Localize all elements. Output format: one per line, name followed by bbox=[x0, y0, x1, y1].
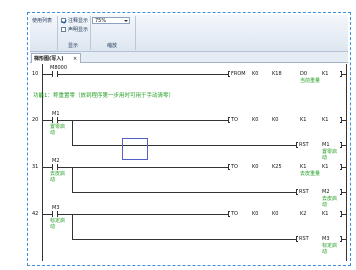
rung-wire bbox=[342, 214, 346, 215]
rung-wire bbox=[342, 239, 346, 240]
branch-wire bbox=[72, 214, 73, 239]
instruction-op[interactable]: TO bbox=[231, 211, 238, 217]
rung-wire bbox=[42, 120, 52, 121]
contact-comment: 动 bbox=[50, 177, 56, 183]
instruction-operand[interactable]: K2 bbox=[300, 211, 306, 217]
instruction-operand[interactable]: K1 bbox=[300, 117, 306, 123]
tab-label: 梯形图(写入) bbox=[34, 55, 64, 62]
reset-op[interactable]: RST bbox=[299, 189, 309, 195]
branch-wire bbox=[72, 239, 296, 240]
rung-wire bbox=[42, 74, 52, 75]
rung-wire bbox=[342, 192, 346, 193]
branch-wire bbox=[72, 145, 296, 146]
rung-wire bbox=[58, 120, 228, 121]
right-power-rail bbox=[346, 64, 347, 261]
step-number: 31 bbox=[32, 164, 39, 170]
ribbon-separator bbox=[135, 16, 136, 50]
rung-wire bbox=[58, 74, 228, 75]
instruction-operand[interactable]: K1 bbox=[322, 71, 328, 77]
ribbon-separator bbox=[57, 16, 58, 50]
use-list-button[interactable]: 使用列表 bbox=[32, 18, 52, 24]
rung-wire bbox=[342, 74, 346, 75]
instruction-bracket-open bbox=[228, 164, 230, 170]
tab-ladder-write[interactable]: 梯形图(写入) × bbox=[31, 53, 81, 63]
branch-wire bbox=[72, 167, 73, 192]
zoom-select[interactable]: 75% bbox=[92, 17, 130, 24]
device-comment: 动 bbox=[322, 155, 328, 161]
edit-cursor[interactable] bbox=[122, 138, 148, 160]
rung-wire bbox=[342, 120, 346, 121]
declaration-display-checkbox[interactable] bbox=[61, 27, 66, 32]
instruction-operand[interactable]: K0 bbox=[252, 71, 258, 77]
chevron-down-icon[interactable] bbox=[124, 20, 128, 22]
contact-comment: 动 bbox=[50, 224, 56, 230]
instruction-bracket-open bbox=[228, 211, 230, 217]
instruction-operand[interactable]: K0 bbox=[252, 211, 258, 217]
instruction-operand[interactable]: K0 bbox=[272, 211, 278, 217]
rung-wire bbox=[58, 167, 228, 168]
branch-wire bbox=[72, 120, 73, 145]
reset-op[interactable]: RST bbox=[299, 142, 309, 148]
device-comment: 当前重量 bbox=[300, 78, 321, 84]
instruction-operand[interactable]: K1 bbox=[322, 164, 328, 170]
ribbon-separator bbox=[90, 16, 91, 50]
rung-wire bbox=[42, 214, 52, 215]
instruction-operand[interactable]: K0 bbox=[252, 117, 258, 123]
instruction-op[interactable]: TO bbox=[231, 117, 238, 123]
reset-operand[interactable]: M2 bbox=[322, 189, 330, 195]
instruction-operand[interactable]: D0 bbox=[300, 71, 307, 77]
rung-wire bbox=[58, 214, 228, 215]
instruction-operand[interactable]: K1 bbox=[300, 164, 306, 170]
device-comment: 动 bbox=[322, 249, 328, 255]
branch-wire bbox=[72, 192, 296, 193]
rung-wire bbox=[342, 145, 346, 146]
comment-display-checkbox[interactable] bbox=[61, 18, 67, 23]
instruction-operand[interactable]: K0 bbox=[252, 164, 258, 170]
instruction-operand[interactable]: K1 bbox=[322, 117, 328, 123]
instruction-operand[interactable]: K0 bbox=[272, 117, 278, 123]
instruction-op[interactable]: FROM bbox=[231, 71, 246, 77]
instruction-bracket-open bbox=[296, 189, 298, 195]
instruction-bracket-open bbox=[296, 142, 298, 148]
section-comment[interactable]: 功能1：称重置零（放到程序第一步用时可用于手动清零） bbox=[33, 93, 174, 99]
rung-wire bbox=[342, 167, 346, 168]
instruction-operand[interactable]: K1 bbox=[322, 211, 328, 217]
reset-operand[interactable]: M3 bbox=[322, 236, 330, 242]
group-label-zoom: 缩放 bbox=[107, 43, 118, 49]
group-label-display: 显示 bbox=[68, 43, 79, 49]
device-comment: 动 bbox=[322, 202, 328, 208]
close-icon[interactable]: × bbox=[73, 56, 77, 62]
instruction-bracket-open bbox=[228, 117, 230, 123]
declaration-display-label: 声明显示 bbox=[68, 26, 89, 33]
contact-comment: 动 bbox=[50, 130, 56, 136]
step-number: 42 bbox=[32, 211, 39, 217]
instruction-op[interactable]: TO bbox=[231, 164, 238, 170]
zoom-value: 75% bbox=[95, 18, 107, 24]
step-number: 10 bbox=[32, 71, 39, 77]
device-comment: 去皮重量 bbox=[300, 171, 321, 177]
reset-op[interactable]: RST bbox=[299, 236, 309, 242]
step-number: 20 bbox=[32, 117, 39, 123]
rung-wire bbox=[42, 167, 52, 168]
reset-operand[interactable]: M1 bbox=[322, 142, 330, 148]
instruction-bracket-open bbox=[228, 71, 230, 77]
comment-display-label: 注释显示 bbox=[68, 17, 89, 24]
check-icon bbox=[62, 18, 67, 23]
instruction-operand[interactable]: K18 bbox=[272, 71, 282, 77]
instruction-operand[interactable]: K25 bbox=[272, 164, 282, 170]
instruction-bracket-open bbox=[296, 236, 298, 242]
